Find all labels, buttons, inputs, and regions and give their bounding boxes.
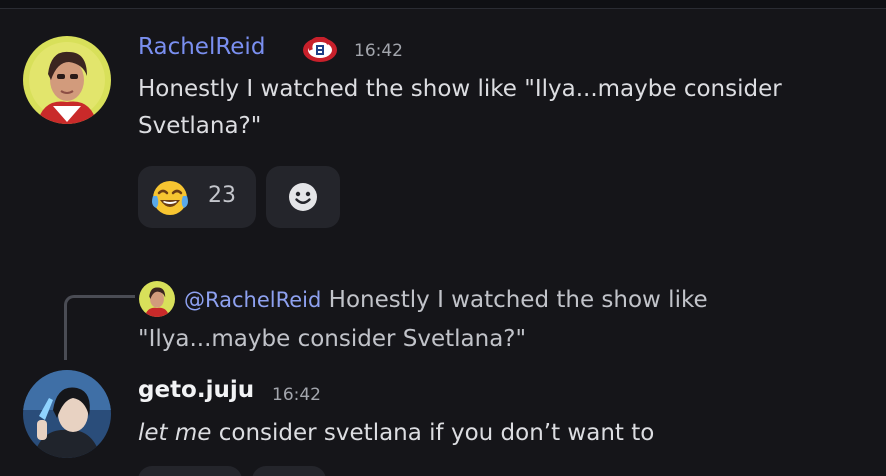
reaction-count: 23 (208, 183, 236, 208)
message-text: Honestly I watched the show like "Ilya..… (138, 76, 782, 139)
username-rachelreid[interactable]: RachelReid (138, 34, 265, 60)
joy-emoji-icon (150, 178, 190, 218)
avatar-geto-juju[interactable] (23, 370, 111, 458)
reply-connector (64, 295, 135, 360)
smiley-add-reaction-icon (287, 181, 319, 213)
italic-text: let me (138, 420, 212, 446)
top-divider (0, 0, 886, 9)
habs-logo-icon (302, 36, 338, 63)
avatar-rachelreid[interactable] (23, 36, 111, 124)
reaction-joy[interactable]: 23 (138, 166, 256, 228)
timestamp: 16:42 (354, 41, 403, 61)
message-text: let me consider svetlana if you don’t wa… (138, 415, 873, 452)
message-text-rest: consider svetlana if you don’t want to (211, 420, 655, 446)
username-geto-juju[interactable]: geto.juju (138, 377, 254, 403)
reaction-button-partial[interactable] (252, 466, 326, 476)
add-reaction-button[interactable] (266, 166, 340, 228)
timestamp: 16:42 (272, 385, 321, 405)
reply-preview[interactable]: @RachelReid Honestly I watched the show … (138, 281, 838, 359)
reply-mention[interactable]: @RachelReid (184, 288, 321, 312)
reaction-button-partial[interactable] (138, 466, 242, 476)
